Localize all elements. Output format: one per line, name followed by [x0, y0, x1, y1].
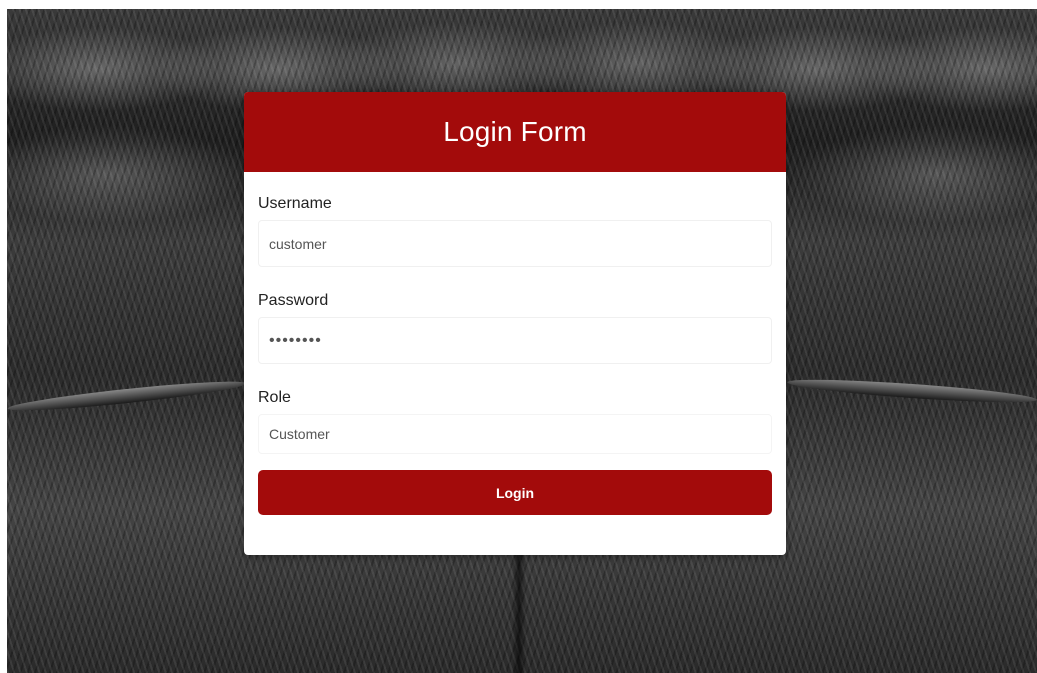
- username-input[interactable]: [258, 220, 772, 267]
- password-input[interactable]: [258, 317, 772, 364]
- seat-gap: [512, 549, 526, 673]
- login-button[interactable]: Login: [258, 470, 772, 515]
- role-label: Role: [258, 389, 291, 406]
- login-card-header: Login Form: [244, 92, 786, 172]
- username-label: Username: [258, 195, 332, 212]
- login-form: Username Password Role Customer Login: [244, 172, 786, 515]
- form-title: Login Form: [443, 116, 587, 147]
- password-label: Password: [258, 292, 329, 309]
- role-select[interactable]: Customer: [258, 414, 772, 454]
- login-card: Login Form Username Password Role Custom…: [244, 92, 786, 555]
